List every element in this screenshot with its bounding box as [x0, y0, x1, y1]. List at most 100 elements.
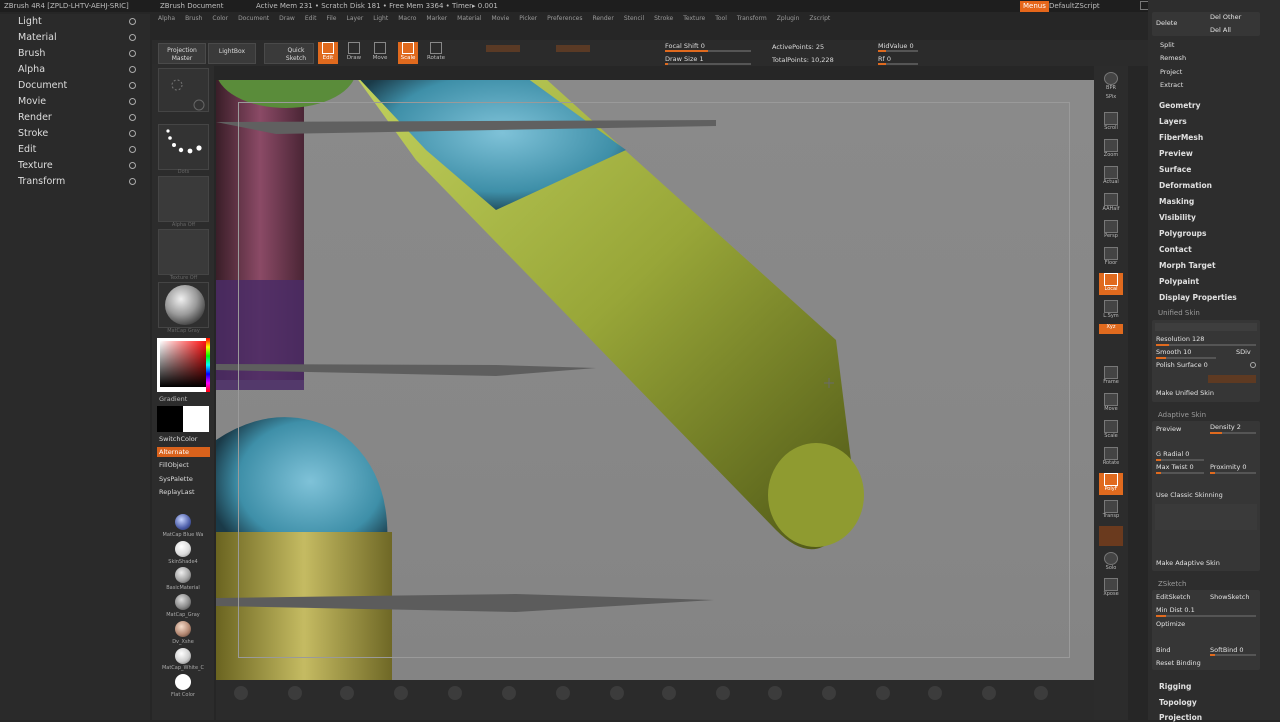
basic-material-swatch[interactable]: [175, 567, 191, 583]
menu-texture[interactable]: Texture: [683, 12, 705, 26]
scale-view-button[interactable]: Scale: [1099, 420, 1123, 442]
focal-shift-slider[interactable]: [665, 50, 751, 52]
menu-material[interactable]: Material: [457, 12, 481, 26]
scale-mode-button[interactable]: Scale: [398, 42, 418, 64]
pin-icon[interactable]: [129, 50, 136, 57]
frame-button[interactable]: Frame: [1099, 366, 1123, 388]
mid-value[interactable]: MidValue 0: [878, 42, 914, 50]
adaptive-skin-title[interactable]: Adaptive Skin: [1158, 411, 1206, 419]
polypaint-section[interactable]: Polypaint: [1159, 277, 1199, 286]
scroll-button[interactable]: Scroll: [1099, 112, 1123, 134]
pin-icon[interactable]: [129, 82, 136, 89]
edit-mode-button[interactable]: Edit: [318, 42, 338, 64]
pin-icon[interactable]: [129, 162, 136, 169]
brush-slot-icon[interactable]: [662, 686, 676, 700]
brush-slot-icon[interactable]: [448, 686, 462, 700]
menu-color[interactable]: Color: [212, 12, 228, 26]
brush-slot-icon[interactable]: [768, 686, 782, 700]
optimize-button[interactable]: Optimize: [1156, 620, 1185, 629]
density-bar[interactable]: [1210, 432, 1256, 434]
projection-section[interactable]: Projection: [1159, 713, 1202, 722]
color-square[interactable]: [160, 341, 206, 387]
xyz-button[interactable]: Xyz: [1099, 324, 1123, 334]
aahalf-button[interactable]: AAHalf: [1099, 193, 1123, 215]
focal-shift-value[interactable]: Focal Shift 0: [665, 42, 705, 50]
actual-button[interactable]: Actual: [1099, 166, 1123, 188]
lightbox-button[interactable]: LightBox: [208, 43, 256, 64]
menu-picker[interactable]: Picker: [519, 12, 537, 26]
xpose-button[interactable]: Xpose: [1099, 578, 1123, 600]
color-picker[interactable]: [157, 338, 210, 392]
rf-slider[interactable]: [878, 63, 918, 65]
brush-slot-icon[interactable]: [982, 686, 996, 700]
polyf-button[interactable]: PolyF: [1099, 473, 1123, 495]
edit-sketch-button[interactable]: EditSketch: [1156, 593, 1191, 602]
local-button[interactable]: Local: [1099, 273, 1123, 295]
menu-alpha[interactable]: Alpha: [158, 12, 175, 26]
menu-zplugin[interactable]: Zplugin: [777, 12, 800, 26]
gradient-toggle[interactable]: Gradient: [157, 394, 210, 404]
move-mode-button[interactable]: Move: [370, 42, 390, 64]
alpha-thumbnail[interactable]: [158, 176, 209, 222]
brush-slot-icon[interactable]: [928, 686, 942, 700]
surface-section[interactable]: Surface: [1159, 165, 1191, 174]
pin-icon[interactable]: [129, 146, 136, 153]
del-other-button[interactable]: Del Other: [1210, 13, 1241, 22]
brush-slot-icon[interactable]: [1034, 686, 1048, 700]
display-properties-section[interactable]: Display Properties: [1159, 293, 1237, 302]
max-twist-slider[interactable]: Max Twist 0: [1156, 463, 1194, 472]
draw-size-slider[interactable]: [665, 63, 751, 65]
menu-edit[interactable]: Edit: [305, 12, 317, 26]
fill-object-button[interactable]: FillObject: [157, 460, 210, 470]
skinshade4-swatch[interactable]: [175, 541, 191, 557]
left-menu-document[interactable]: Document: [0, 78, 150, 94]
density-slider[interactable]: Density 2: [1210, 423, 1241, 432]
menu-render[interactable]: Render: [592, 12, 613, 26]
proximity-slider[interactable]: Proximity 0: [1210, 463, 1247, 472]
left-menu-movie[interactable]: Movie: [0, 94, 150, 110]
menu-layer[interactable]: Layer: [347, 12, 364, 26]
stroke-thumbnail[interactable]: [158, 124, 209, 170]
left-menu-texture[interactable]: Texture: [0, 158, 150, 174]
rigging-section[interactable]: Rigging: [1159, 682, 1191, 691]
fibermesh-section[interactable]: FiberMesh: [1159, 133, 1203, 142]
g-radial-bar[interactable]: [1156, 459, 1204, 461]
move-view-button[interactable]: Move: [1099, 393, 1123, 415]
ghost-button[interactable]: [1099, 526, 1123, 546]
polish-surface-radio[interactable]: [1250, 362, 1256, 368]
persp-button[interactable]: Persp: [1099, 220, 1123, 242]
left-menu-brush[interactable]: Brush: [0, 46, 150, 62]
menu-tool[interactable]: Tool: [715, 12, 727, 26]
flat-color-swatch[interactable]: [175, 674, 191, 690]
sdiv-button[interactable]: SDiv: [1236, 348, 1251, 357]
brush-slot-icon[interactable]: [502, 686, 516, 700]
left-menu-transform[interactable]: Transform: [0, 174, 150, 190]
bpr-button[interactable]: BPR: [1099, 72, 1123, 94]
smooth-bar[interactable]: [1156, 357, 1216, 359]
sys-palette-button[interactable]: SysPalette: [157, 474, 210, 484]
show-sketch-button[interactable]: ShowSketch: [1210, 593, 1249, 602]
polygroups-section[interactable]: Polygroups: [1159, 229, 1207, 238]
replay-last-button[interactable]: ReplayLast: [157, 487, 210, 497]
brush-slot-icon[interactable]: [394, 686, 408, 700]
menu-document[interactable]: Document: [238, 12, 269, 26]
brush-slot-icon[interactable]: [340, 686, 354, 700]
pin-icon[interactable]: [129, 98, 136, 105]
matcap-blue-swatch[interactable]: [175, 514, 191, 530]
matcap-gray-swatch[interactable]: [175, 594, 191, 610]
menu-movie[interactable]: Movie: [492, 12, 510, 26]
contact-section[interactable]: Contact: [1159, 245, 1192, 254]
left-menu-alpha[interactable]: Alpha: [0, 62, 150, 78]
unified-skin-title[interactable]: Unified Skin: [1158, 309, 1200, 317]
make-adaptive-skin-button[interactable]: Make Adaptive Skin: [1156, 559, 1220, 568]
min-dist-bar[interactable]: [1156, 615, 1256, 617]
switch-color-button[interactable]: SwitchColor: [157, 434, 210, 444]
left-menu-render[interactable]: Render: [0, 110, 150, 126]
bind-button[interactable]: Bind: [1156, 646, 1171, 655]
transp-button[interactable]: Transp: [1099, 500, 1123, 522]
resolution-bar[interactable]: [1156, 344, 1256, 346]
pin-icon[interactable]: [129, 178, 136, 185]
smooth-slider[interactable]: Smooth 10: [1156, 348, 1191, 357]
menu-file[interactable]: File: [326, 12, 336, 26]
left-menu-material[interactable]: Material: [0, 30, 150, 46]
